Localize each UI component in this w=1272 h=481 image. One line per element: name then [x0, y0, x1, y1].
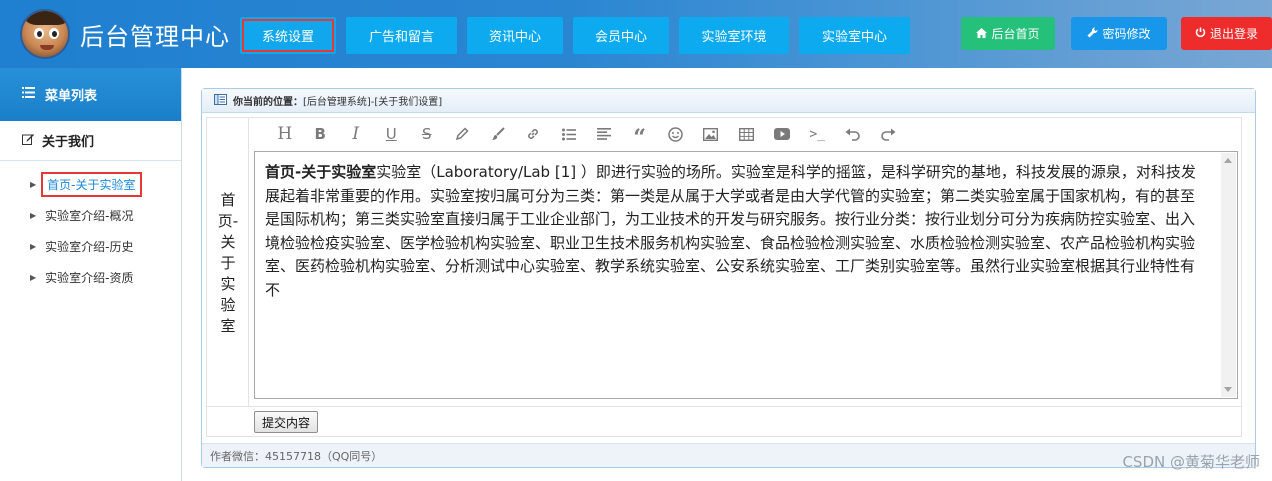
password-change-button[interactable]: 密码修改: [1071, 17, 1167, 50]
sidebar-header: 菜单列表: [0, 68, 181, 121]
image-icon[interactable]: [693, 122, 729, 146]
nav-ads-messages[interactable]: 广告和留言: [346, 17, 457, 54]
watermark: CSDN @黄菊华老师: [1122, 453, 1260, 471]
wrench-icon: [1087, 26, 1098, 41]
rich-text-editor: H B I U S “ >_ 首页-关于实验室实验室（Laboratory/La…: [249, 118, 1241, 406]
italic-icon[interactable]: I: [338, 122, 374, 146]
top-header: 后台管理中心 系统设置 广告和留言 资讯中心 会员中心 实验室环境 实验室中心 …: [0, 0, 1272, 68]
author-contact: 作者微信：45157718（QQ同号）: [210, 449, 383, 463]
edit-icon: [22, 133, 34, 149]
menu-list-icon: [22, 87, 35, 102]
sidebar-title: 菜单列表: [45, 89, 98, 104]
home-button[interactable]: 后台首页: [961, 17, 1055, 50]
location-icon: [214, 93, 227, 108]
sidebar: 菜单列表 关于我们 ▶ 首页-关于实验室 ▶ 实验室介绍-概况 ▶ 实验室介绍-…: [0, 68, 182, 481]
submit-button[interactable]: 提交内容: [254, 411, 319, 433]
sidebar-item-lab-history[interactable]: ▶ 实验室介绍-历史: [0, 231, 181, 262]
sidebar-section-label: 关于我们: [42, 135, 95, 150]
app-title: 后台管理中心: [80, 23, 230, 51]
video-icon[interactable]: [764, 122, 800, 146]
nav-member-center[interactable]: 会员中心: [573, 17, 669, 54]
table-icon[interactable]: [729, 122, 765, 146]
undo-icon[interactable]: [835, 122, 871, 146]
emoji-icon[interactable]: [658, 122, 694, 146]
home-label: 后台首页: [991, 27, 1040, 41]
pen-icon[interactable]: [445, 122, 481, 146]
scroll-down-icon: [1224, 387, 1232, 392]
location-label: 你当前的位置：: [233, 97, 303, 108]
logout-label: 退出登录: [1209, 27, 1258, 41]
nav-label: 实验室环境: [701, 30, 767, 45]
power-icon: [1195, 27, 1206, 41]
logout-button[interactable]: 退出登录: [1181, 17, 1272, 50]
caret-right-icon: ▶: [30, 180, 37, 189]
sidebar-item-lab-overview[interactable]: ▶ 实验室介绍-概况: [0, 200, 181, 231]
sidebar-section-about[interactable]: 关于我们: [0, 121, 181, 161]
caret-right-icon: ▶: [30, 242, 37, 251]
editor-toolbar: H B I U S “ >_: [249, 118, 1241, 151]
location-path: [后台管理系统]-[关于我们设置]: [303, 97, 443, 108]
link-icon[interactable]: [516, 122, 552, 146]
nav-label: 系统设置: [261, 30, 314, 45]
sidebar-item-list: ▶ 首页-关于实验室 ▶ 实验室介绍-概况 ▶ 实验室介绍-历史 ▶ 实验室介绍…: [0, 161, 181, 293]
password-label: 密码修改: [1102, 27, 1151, 41]
nav-news-center[interactable]: 资讯中心: [467, 17, 563, 54]
code-icon[interactable]: >_: [800, 122, 836, 146]
field-label-cell: 首页- 关于实验室: [207, 118, 249, 406]
home-icon: [976, 27, 988, 41]
sidebar-item-lab-qualification[interactable]: ▶ 实验室介绍-资质: [0, 262, 181, 293]
field-label: 首页- 关于实验室: [217, 191, 239, 335]
nav-label: 实验室中心: [821, 30, 887, 45]
sidebar-item-label: 首页-关于实验室: [41, 172, 142, 197]
nav-system-settings[interactable]: 系统设置: [240, 17, 336, 54]
content-body: 实验室（Laboratory/Lab [1] ）即进行实验的场所。实验室是科学的…: [265, 163, 1196, 299]
nav-label: 会员中心: [594, 30, 647, 45]
nav-lab-environment[interactable]: 实验室环境: [679, 17, 789, 54]
caret-right-icon: ▶: [30, 211, 37, 220]
content-panel: 你当前的位置：[后台管理系统]-[关于我们设置] 首页- 关于实验室 H B I …: [201, 88, 1256, 468]
strikethrough-icon[interactable]: S: [409, 122, 445, 146]
sidebar-item-label: 实验室介绍-资质: [45, 271, 134, 285]
list-icon[interactable]: [551, 122, 587, 146]
sidebar-item-label: 实验室介绍-概况: [45, 209, 134, 223]
editor-scrollbar[interactable]: [1221, 153, 1236, 397]
panel-footer: 作者微信：45157718（QQ同号）: [202, 443, 1255, 467]
nav-lab-center[interactable]: 实验室中心: [799, 17, 910, 54]
underline-icon[interactable]: U: [374, 122, 410, 146]
scroll-up-icon: [1224, 158, 1232, 163]
heading-icon[interactable]: H: [267, 122, 303, 146]
sidebar-item-home-about-lab[interactable]: ▶ 首页-关于实验室: [0, 169, 181, 200]
location-bar: 你当前的位置：[后台管理系统]-[关于我们设置]: [202, 89, 1255, 113]
editor-content-area[interactable]: 首页-关于实验室实验室（Laboratory/Lab [1] ）即进行实验的场所…: [254, 151, 1238, 399]
caret-right-icon: ▶: [30, 273, 37, 282]
submit-row: 提交内容: [207, 406, 1241, 436]
logo-avatar: [20, 9, 70, 59]
edit-form: 首页- 关于实验室 H B I U S “ >_ 首页-关于实验室实验室（Lab…: [206, 117, 1242, 437]
sidebar-item-label: 实验室介绍-历史: [45, 240, 134, 254]
align-icon[interactable]: [587, 122, 623, 146]
brush-icon[interactable]: [480, 122, 516, 146]
nav-label: 资讯中心: [488, 30, 541, 45]
nav-label: 广告和留言: [368, 30, 434, 45]
bold-icon[interactable]: B: [303, 122, 339, 146]
quote-icon[interactable]: “: [622, 122, 658, 151]
content-heading: 首页-关于实验室: [265, 163, 377, 181]
redo-icon[interactable]: [871, 122, 907, 146]
